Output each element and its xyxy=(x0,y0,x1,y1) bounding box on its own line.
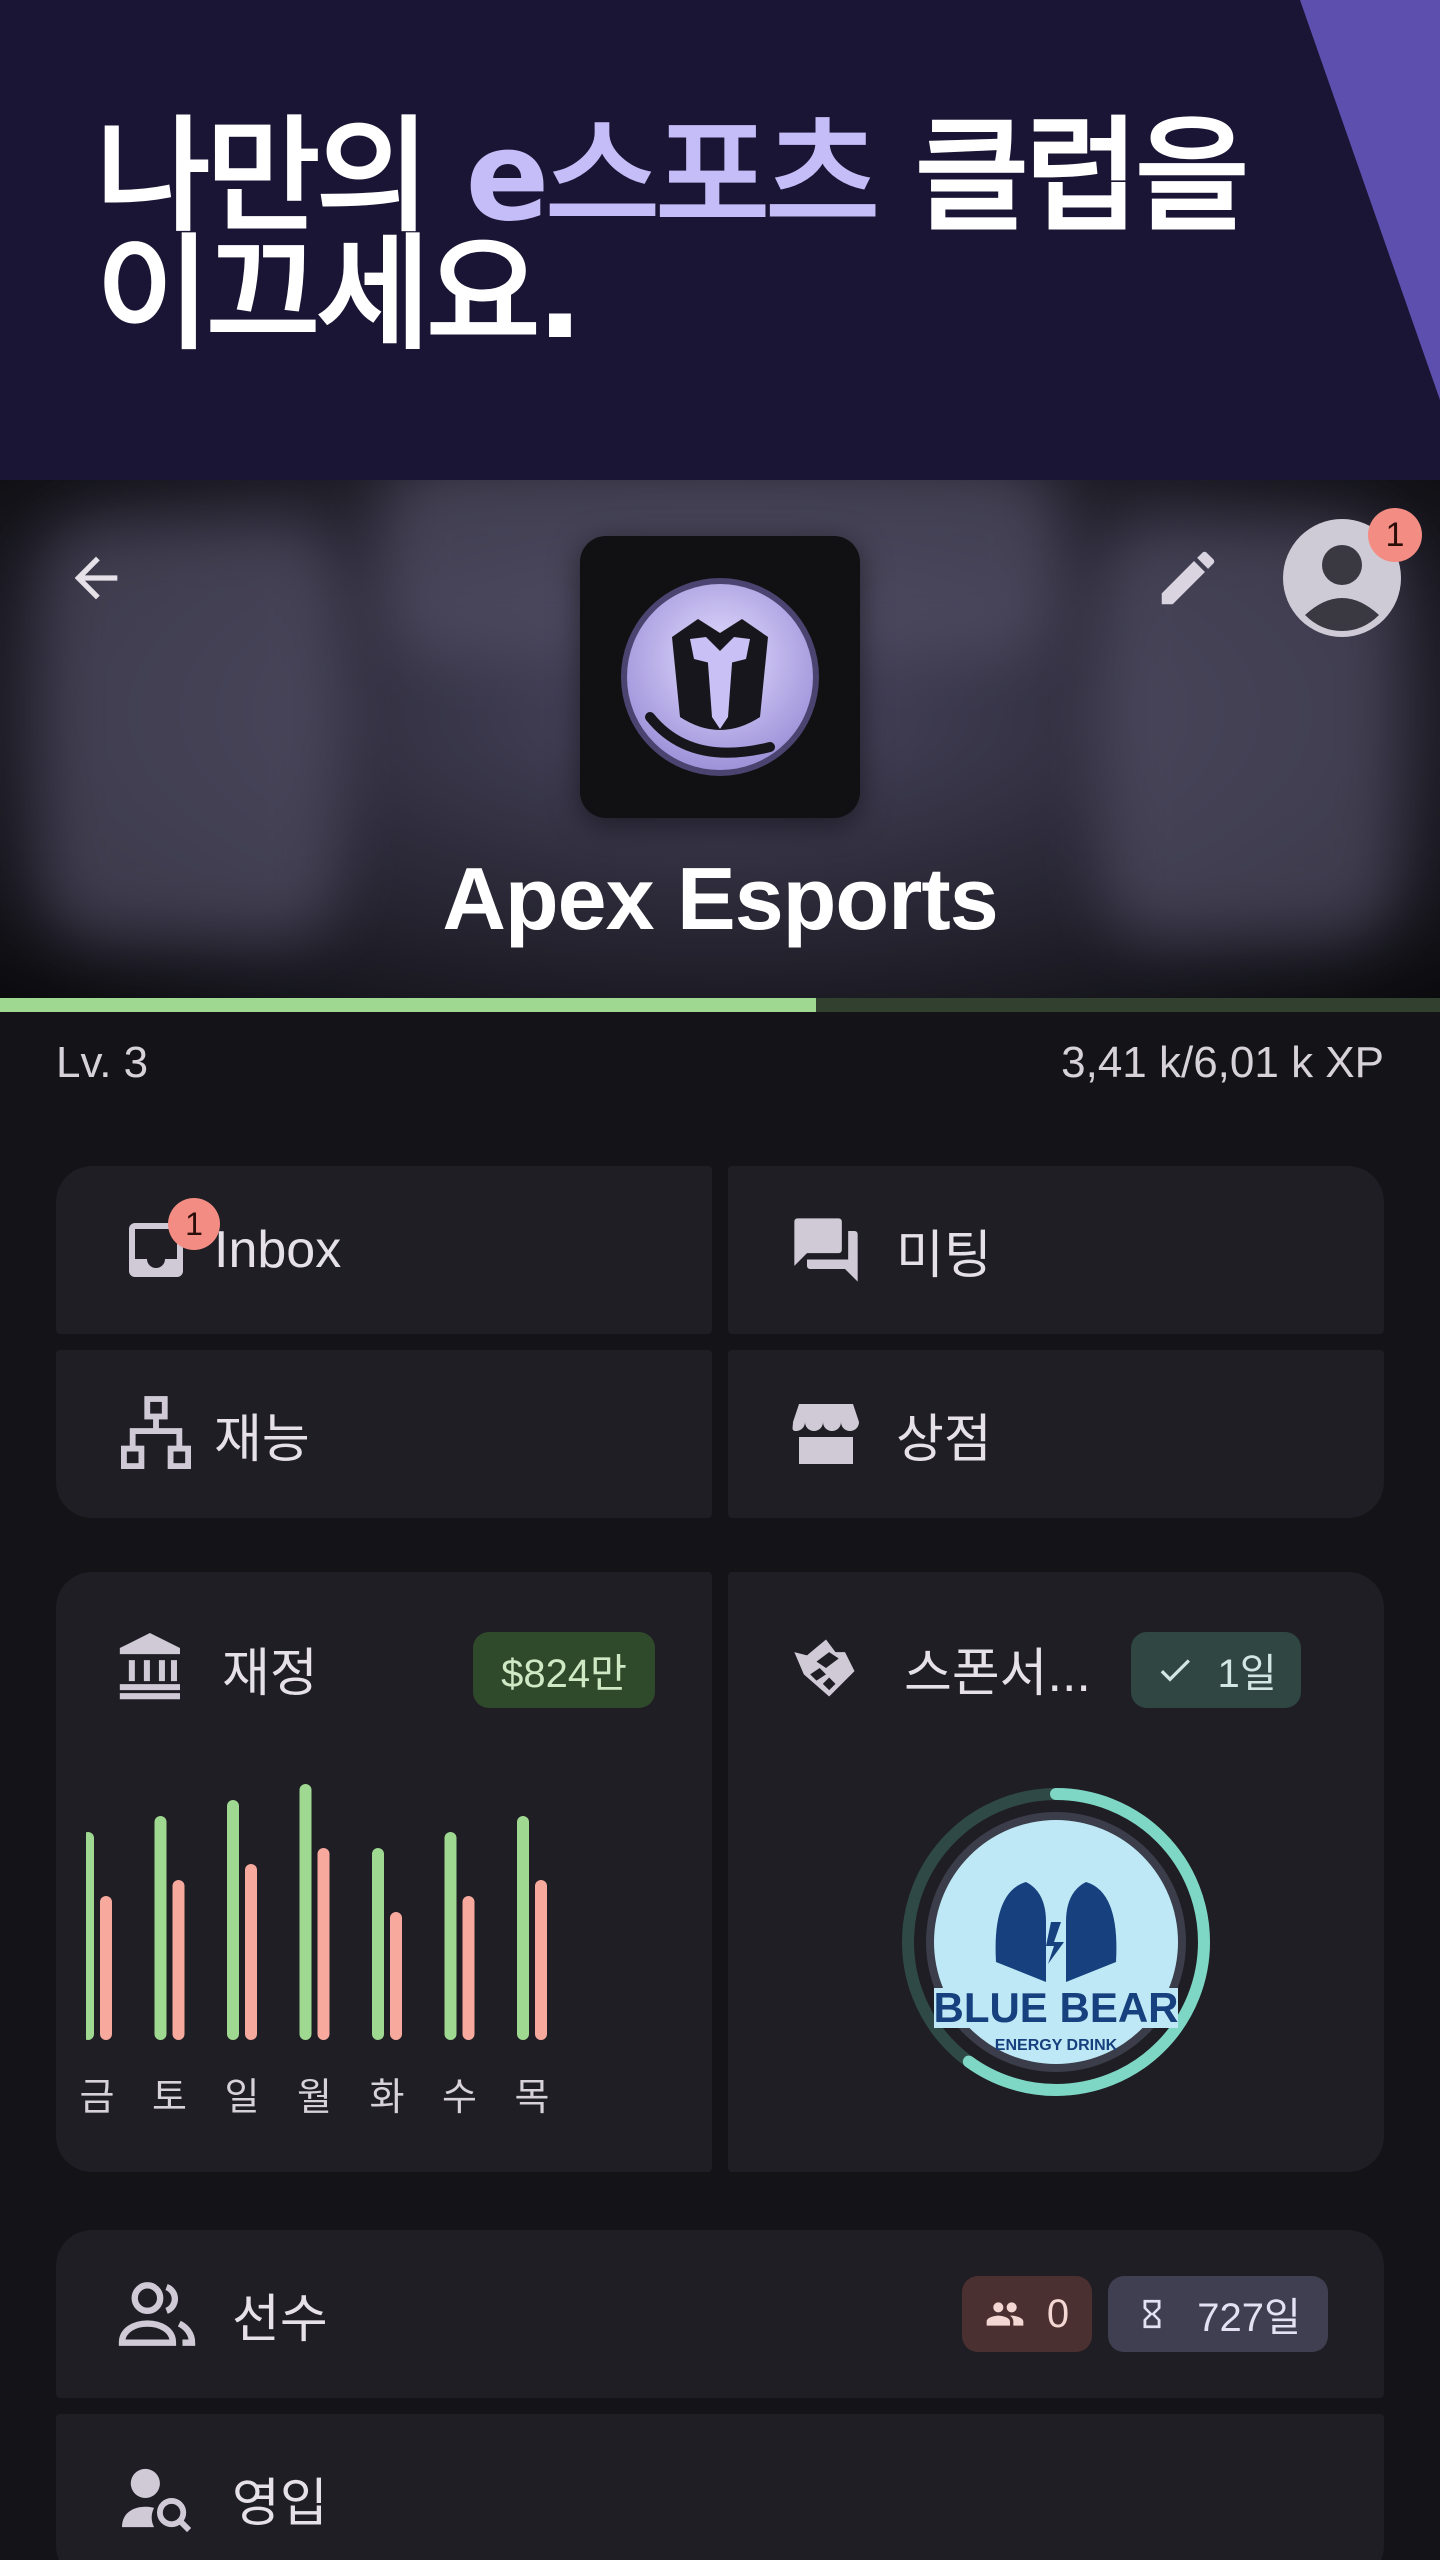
menu-shop-label: 상점 xyxy=(896,1410,992,1469)
check-icon xyxy=(1161,1659,1191,1682)
finance-balance-chip: $824만 xyxy=(473,1632,655,1708)
finance-title: 재정 xyxy=(222,1644,318,1703)
chat-bubbles-icon xyxy=(794,1218,858,1282)
menu-inbox[interactable]: 1 Inbox xyxy=(56,1166,712,1334)
group-icon xyxy=(986,2302,1024,2326)
day-label: 수 xyxy=(442,2075,477,2119)
bank-icon xyxy=(119,1633,180,1700)
sponsor-badge: BLUE BEAR ENERGY DRINK xyxy=(902,1788,1210,2096)
income-bar-3 xyxy=(299,1784,312,2040)
sponsor-duration-label: 1일 xyxy=(1217,1652,1277,1696)
notification-badge: 1 xyxy=(1368,508,1422,562)
menu-inbox-label: Inbox xyxy=(214,1221,342,1279)
finance-bar-chart xyxy=(86,1784,547,2040)
players-count-chip: 0 xyxy=(962,2276,1092,2352)
level-label: Lv. 3 xyxy=(56,1038,149,1087)
players-days-chip: 727일 xyxy=(1108,2276,1328,2352)
expense-bar-3 xyxy=(317,1848,330,2040)
day-label: 일 xyxy=(224,2075,260,2119)
person-search-icon xyxy=(122,2468,192,2533)
hourglass-icon xyxy=(1143,2299,1161,2329)
players-days: 727일 xyxy=(1197,2296,1301,2340)
promo-accent-stripe xyxy=(1300,0,1440,400)
promo-headline-line2: 이끄세요. xyxy=(96,223,583,367)
club-name: Apex Esports xyxy=(442,849,998,948)
level-row: Lv. 3 3,41 k/6,01 k XP xyxy=(56,1030,1384,1096)
sponsor-badge-text: BLUE BEAR xyxy=(933,1984,1178,2031)
day-label: 월 xyxy=(297,2075,332,2119)
storefront-icon xyxy=(792,1404,859,1464)
players-row[interactable]: 선수 0 727일 xyxy=(56,2230,1384,2398)
inbox-icon-wrap: 1 xyxy=(116,1198,220,1290)
players-label: 선수 xyxy=(232,2290,328,2349)
promo-headline: 나만의 e스포츠 클럽을 이끄세요. xyxy=(96,115,1296,357)
club-hero-header: 1 Apex Esports xyxy=(0,480,1440,998)
profile-button[interactable]: 1 xyxy=(1280,508,1422,640)
menu-talents-label: 재능 xyxy=(214,1410,310,1469)
meetings-icon-wrap xyxy=(786,1210,866,1290)
back-button[interactable] xyxy=(56,538,136,618)
shop-icon-wrap xyxy=(786,1394,866,1474)
talents-icon-wrap xyxy=(116,1394,196,1474)
menu-meetings-label: 미팅 xyxy=(896,1226,992,1285)
sponsor-duration-chip: 1일 xyxy=(1131,1632,1301,1708)
sponsor-title: 스폰서... xyxy=(904,1644,1091,1703)
income-bar-4 xyxy=(372,1848,384,2040)
players-count: 0 xyxy=(1046,2291,1070,2336)
day-label: 토 xyxy=(152,2075,187,2119)
promo-headline-after: 클럽을 xyxy=(875,105,1249,249)
promo-banner: 나만의 e스포츠 클럽을 이끄세요. xyxy=(0,0,1440,480)
expense-bar-0 xyxy=(100,1896,112,2040)
day-label: 금 xyxy=(79,2075,115,2119)
finance-day-labels: 금토일월화수목 xyxy=(80,2066,646,2119)
expense-bar-4 xyxy=(390,1912,402,2040)
day-label: 화 xyxy=(369,2075,405,2119)
xp-progress-bar xyxy=(0,998,1440,1012)
xp-progress-fill xyxy=(0,998,817,1012)
expense-bar-5 xyxy=(462,1896,475,2040)
arrow-back-icon xyxy=(74,556,118,600)
pencil-icon xyxy=(1161,551,1215,605)
expense-bar-2 xyxy=(245,1864,257,2040)
sponsor-card[interactable]: 스폰서... 1일 BLUE BEAR ENERGY DRINK xyxy=(728,1572,1384,2172)
handshake-icon xyxy=(794,1639,855,1697)
edit-button[interactable] xyxy=(1148,538,1228,618)
income-bar-6 xyxy=(517,1816,529,2040)
club-logo[interactable] xyxy=(580,536,860,818)
day-label: 목 xyxy=(514,2075,550,2119)
sponsor-badge-subtext: ENERGY DRINK xyxy=(995,2037,1118,2054)
menu-shop[interactable]: 상점 xyxy=(728,1350,1384,1518)
people-outline-icon xyxy=(118,2282,196,2346)
income-bar-0 xyxy=(86,1832,94,2040)
expense-bar-1 xyxy=(172,1880,185,2040)
xp-label: 3,41 k/6,01 k XP xyxy=(1061,1038,1384,1087)
expense-bar-6 xyxy=(535,1880,547,2040)
inbox-badge: 1 xyxy=(168,1198,220,1250)
transfers-label: 영입 xyxy=(232,2474,328,2533)
menu-meetings[interactable]: 미팅 xyxy=(728,1166,1384,1334)
sitemap-icon xyxy=(121,1396,191,1469)
menu-talents[interactable]: 재능 xyxy=(56,1350,712,1518)
income-bar-5 xyxy=(444,1832,457,2040)
players-icon-wrap xyxy=(112,2269,202,2359)
jersey-emblem-icon xyxy=(621,578,819,776)
transfers-icon-wrap xyxy=(112,2453,202,2543)
transfers-row[interactable]: 영입 xyxy=(56,2414,1384,2560)
income-bar-1 xyxy=(154,1816,167,2040)
income-bar-2 xyxy=(227,1800,239,2040)
